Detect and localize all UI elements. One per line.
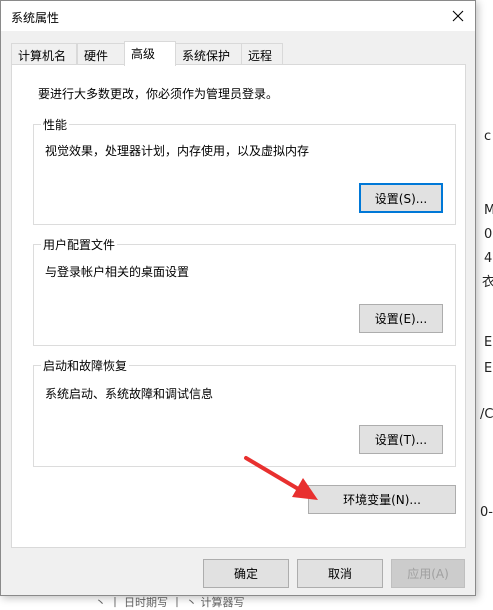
startup-recovery-settings-button[interactable]: 设置(T)...	[359, 425, 443, 454]
performance-settings-button[interactable]: 设置(S)...	[359, 183, 443, 213]
system-properties-dialog: 系统属性 计算机名 硬件 高级 系统保护 远程 要进行大多数更改，你必须作为管理…	[0, 0, 476, 596]
performance-group: 性能 视觉效果，处理器计划，内存使用，以及虚拟内存 设置(S)...	[33, 116, 456, 225]
startup-recovery-group-title: 启动和故障恢复	[41, 357, 130, 374]
environment-variables-button[interactable]: 环境变量(N)...	[308, 485, 456, 514]
bg-fragment: M	[484, 203, 493, 218]
tab-advanced[interactable]: 高级	[124, 41, 176, 66]
apply-button[interactable]: 应用(A)	[391, 559, 465, 588]
performance-group-title: 性能	[41, 116, 70, 133]
bg-fragment: 0	[484, 227, 493, 242]
tab-panel-advanced: 要进行大多数更改，你必须作为管理员登录。 性能 视觉效果，处理器计划，内存使用，…	[11, 64, 466, 548]
tab-hardware[interactable]: 硬件	[77, 43, 125, 64]
user-profiles-description: 与登录帐户相关的桌面设置	[45, 265, 190, 279]
cancel-button[interactable]: 取消	[297, 559, 383, 588]
bg-bottom-text: 丶 丨 日时期写 丨 丶 计算器写	[95, 596, 245, 609]
bg-fragment: 4	[484, 251, 493, 266]
bg-fragment: c	[484, 129, 492, 144]
user-profiles-group: 用户配置文件 与登录帐户相关的桌面设置 设置(E)...	[33, 236, 456, 346]
tab-system-protection[interactable]: 系统保护	[175, 43, 242, 64]
close-icon	[452, 10, 464, 22]
bg-fragment: E	[484, 361, 493, 376]
dialog-title: 系统属性	[11, 11, 60, 25]
bg-fragment: 0-	[480, 505, 493, 520]
title-bar[interactable]: 系统属性	[1, 1, 475, 31]
ok-button[interactable]: 确定	[203, 559, 289, 588]
user-profiles-group-title: 用户配置文件	[41, 236, 118, 253]
admin-notice: 要进行大多数更改，你必须作为管理员登录。	[38, 87, 279, 101]
tab-computer-name[interactable]: 计算机名	[11, 43, 77, 64]
bg-fragment: E	[484, 335, 493, 350]
startup-recovery-group: 启动和故障恢复 系统启动、系统故障和调试信息 设置(T)...	[33, 357, 456, 467]
close-button[interactable]	[441, 1, 475, 31]
tab-remote[interactable]: 远程	[241, 43, 283, 64]
performance-description: 视觉效果，处理器计划，内存使用，以及虚拟内存	[45, 144, 310, 158]
bg-fragment: /C	[480, 407, 493, 422]
bg-fragment: 衣	[482, 275, 493, 290]
startup-recovery-description: 系统启动、系统故障和调试信息	[45, 387, 214, 401]
user-profiles-settings-button[interactable]: 设置(E)...	[359, 304, 443, 333]
